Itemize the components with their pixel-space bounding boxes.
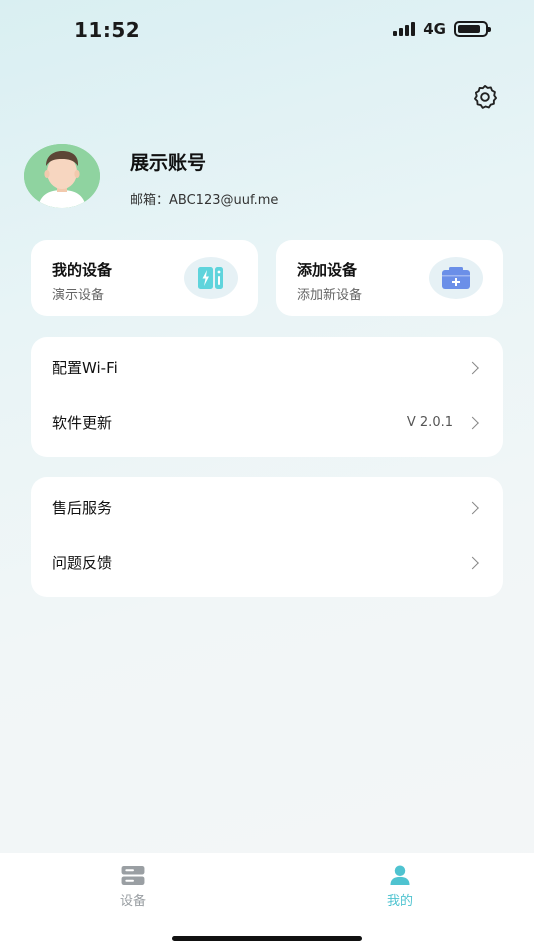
settings-button[interactable]	[470, 82, 500, 112]
user-icon	[390, 865, 410, 886]
home-indicator	[172, 936, 362, 941]
software-update-label: 软件更新	[52, 414, 113, 432]
version-value: V 2.0.1	[406, 415, 453, 430]
status-indicators: 4G	[393, 20, 491, 38]
add-device-card[interactable]: 添加设备 添加新设备	[276, 240, 503, 316]
avatar[interactable]	[24, 144, 100, 208]
server-icon	[121, 865, 145, 886]
menu-item-wifi[interactable]: 配置Wi-Fi	[31, 340, 503, 395]
menu-group-settings: 配置Wi-Fi 软件更新 V 2.0.1	[31, 337, 503, 457]
menu-item-after-sales[interactable]: 售后服务	[31, 480, 503, 535]
chevron-right-icon	[466, 416, 479, 429]
status-bar: 11:52 4G	[0, 0, 534, 60]
gear-icon	[474, 84, 498, 109]
menu-item-software-update[interactable]: 软件更新 V 2.0.1	[31, 395, 503, 450]
my-devices-icon-wrap	[184, 257, 238, 299]
my-devices-card[interactable]: 我的设备 演示设备	[31, 240, 258, 316]
add-device-subtitle: 添加新设备	[297, 288, 363, 303]
menu-item-feedback[interactable]: 问题反馈	[31, 535, 503, 590]
email-value: ABC123@uuf.me	[169, 193, 279, 208]
avatar-illustration	[24, 144, 100, 208]
email-label: 邮箱：	[130, 193, 170, 208]
feedback-label: 问题反馈	[52, 554, 113, 572]
after-sales-label: 售后服务	[52, 499, 113, 517]
my-devices-title: 我的设备	[52, 261, 113, 279]
chevron-right-icon	[466, 556, 479, 569]
battery-icon	[454, 21, 491, 37]
tab-devices-label: 设备	[119, 894, 146, 909]
wifi-label: 配置Wi-Fi	[52, 359, 118, 377]
chevron-right-icon	[466, 361, 479, 374]
tab-mine[interactable]: 我的	[350, 865, 450, 909]
my-devices-subtitle: 演示设备	[52, 288, 105, 303]
tab-mine-label: 我的	[386, 894, 413, 909]
add-device-icon-wrap	[429, 257, 483, 299]
email-row: 邮箱：ABC123@uuf.me	[130, 189, 278, 208]
network-type: 4G	[423, 20, 446, 38]
signal-icon	[393, 22, 416, 36]
battery-charging-icon	[198, 267, 223, 289]
account-name: 展示账号	[130, 152, 207, 174]
menu-group-support: 售后服务 问题反馈	[31, 477, 503, 597]
add-box-icon	[442, 267, 470, 289]
status-time: 11:52	[74, 18, 141, 42]
add-device-title: 添加设备	[297, 261, 358, 279]
chevron-right-icon	[466, 501, 479, 514]
tab-devices[interactable]: 设备	[83, 865, 183, 909]
